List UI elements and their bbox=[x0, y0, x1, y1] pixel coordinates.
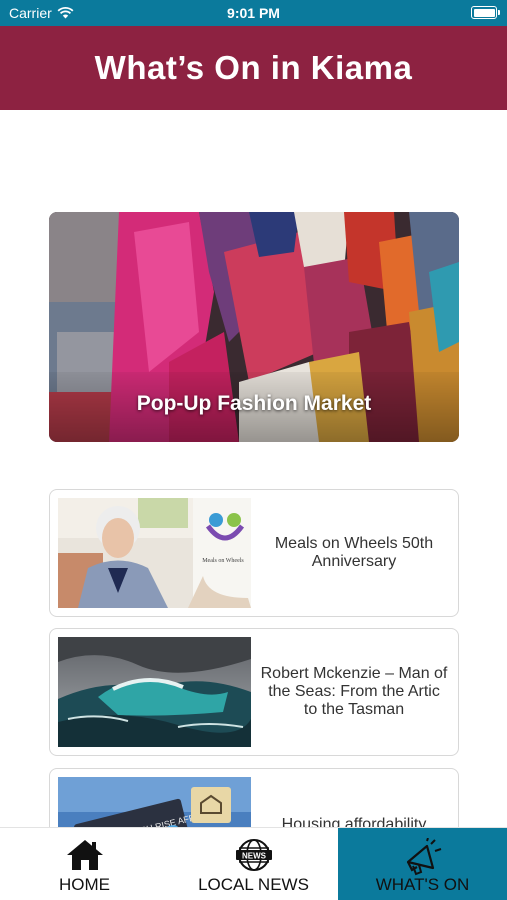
app-header: What’s On in Kiama bbox=[0, 26, 507, 110]
tab-whats-on[interactable]: WHAT'S ON bbox=[338, 828, 507, 900]
news-globe-icon: NEWS bbox=[235, 839, 272, 871]
tab-local-news[interactable]: NEWS LOCAL NEWS bbox=[169, 828, 338, 900]
event-title: Meals on Wheels 50th Anniversary bbox=[274, 535, 434, 570]
battery-icon bbox=[471, 6, 500, 19]
meals-on-wheels-image: Meals on Wheels bbox=[58, 498, 251, 608]
tab-home[interactable]: HOME bbox=[0, 828, 169, 900]
housing-affordability-image: HOW MUCH RISE AFFORD ? bbox=[58, 777, 251, 827]
clock: 9:01 PM bbox=[227, 5, 280, 21]
meals-on-wheels-logo: Meals on Wheels bbox=[202, 558, 244, 564]
home-icon bbox=[66, 840, 103, 870]
megaphone-icon bbox=[406, 838, 441, 876]
event-card-housing-affordability[interactable]: HOW MUCH RISE AFFORD ? Housing affordabi… bbox=[49, 768, 459, 827]
tab-whats-on-label: WHAT'S ON bbox=[375, 875, 470, 894]
featured-event-title: Pop-Up Fashion Market bbox=[136, 392, 372, 415]
featured-event-card[interactable]: Pop-Up Fashion Market bbox=[49, 212, 459, 442]
stormy-sea-image bbox=[58, 637, 251, 747]
event-card-meals-on-wheels[interactable]: Meals on Wheels Meals on Wheels 50th Ann… bbox=[49, 489, 459, 617]
event-card-robert-mckenzie[interactable]: Robert Mckenzie – Man of the Seas: From … bbox=[49, 628, 459, 756]
tab-home-label: HOME bbox=[59, 875, 110, 894]
tab-local-news-label: LOCAL NEWS bbox=[198, 875, 309, 894]
svg-text:NEWS: NEWS bbox=[242, 852, 267, 861]
event-title: Housing affordability bbox=[281, 816, 427, 827]
page-title: What’s On in Kiama bbox=[94, 49, 413, 86]
bottom-tab-bar: HOME NEWS LOCAL NEWS WHAT'S ON bbox=[0, 827, 507, 900]
status-bar: Carrier 9:01 PM bbox=[0, 0, 507, 26]
events-scroll-area[interactable]: Pop-Up Fashion Market Meals on Wheels Me… bbox=[0, 110, 507, 827]
event-title: Robert Mckenzie – Man of the Seas: From … bbox=[260, 665, 448, 718]
